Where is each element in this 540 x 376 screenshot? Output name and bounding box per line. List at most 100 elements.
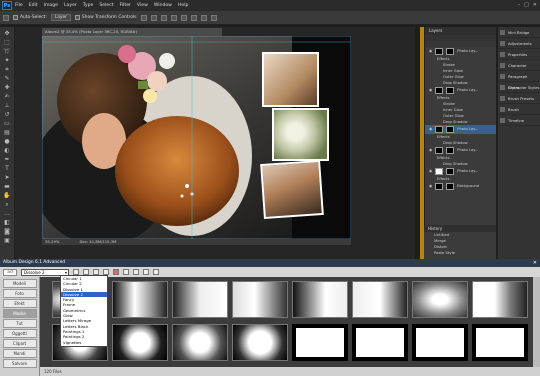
layer-select[interactable]: Layer: [50, 14, 71, 21]
select-icon[interactable]: [123, 269, 129, 275]
mask-thumbnail[interactable]: [232, 324, 288, 361]
lasso-icon[interactable]: ➰: [3, 49, 12, 55]
zoom-level[interactable]: 35.29%: [45, 239, 59, 245]
visibility-icon[interactable]: ◉: [429, 182, 432, 191]
menu-file[interactable]: File: [15, 3, 23, 8]
eraser-icon[interactable]: ▭: [3, 121, 12, 127]
menu-edit[interactable]: Edit: [29, 3, 38, 8]
layer-row[interactable]: ◉ Photo Lay...: [425, 125, 496, 134]
crop-icon[interactable]: ⌗: [3, 67, 12, 73]
minimize-icon[interactable]: –: [518, 2, 521, 8]
panel-brush-presets[interactable]: Brush Presets: [498, 93, 540, 104]
eyedropper-icon[interactable]: ✎: [3, 76, 12, 82]
auto-select-option[interactable]: Auto-Select:: [13, 15, 47, 20]
path-select-icon[interactable]: ➤: [3, 175, 12, 181]
pen-icon[interactable]: ✒: [3, 157, 12, 163]
nav-button-foto[interactable]: Foto: [2, 289, 37, 298]
healing-icon[interactable]: ✚: [3, 85, 12, 91]
zoom-icon[interactable]: ⌕: [3, 202, 12, 208]
nav-button-salvare[interactable]: Salvare: [2, 359, 37, 368]
close-icon[interactable]: ✕: [533, 259, 537, 267]
mask-thumbnail[interactable]: [112, 324, 168, 361]
mask-thumbnail[interactable]: [352, 281, 408, 318]
menu-filter[interactable]: Filter: [120, 3, 131, 8]
layer-row[interactable]: ◉ Photo Lay...: [425, 146, 496, 155]
menu-help[interactable]: Help: [178, 3, 188, 8]
visibility-icon[interactable]: ◉: [429, 47, 432, 56]
gradient-icon[interactable]: ▤: [3, 130, 12, 136]
panel-paragraph-styles[interactable]: Paragraph Styles: [498, 71, 540, 90]
nav-button-oggetti[interactable]: Oggetti: [2, 329, 37, 338]
align-middle-icon[interactable]: [150, 14, 157, 21]
panel-brush[interactable]: Brush: [498, 104, 540, 115]
document-tab[interactable]: Album2 @ 35.4% (Photo Layer 3RC-25, RGB/…: [42, 28, 222, 36]
history-item[interactable]: Paste Style: [424, 250, 496, 256]
grid-scrollbar[interactable]: [533, 277, 540, 367]
nav-button-clipart[interactable]: Clipart: [2, 339, 37, 348]
blur-icon[interactable]: ●: [3, 139, 12, 145]
visibility-icon[interactable]: ◉: [429, 167, 432, 176]
align-top-icon[interactable]: [140, 14, 147, 21]
distribute-h-icon[interactable]: [210, 14, 217, 21]
layer-row[interactable]: ◉ Photo Lay...: [425, 47, 496, 56]
view-icon[interactable]: [153, 269, 159, 275]
layer-row[interactable]: ◉ Background: [425, 182, 496, 191]
mask-thumbnail[interactable]: [352, 324, 408, 361]
maximize-icon[interactable]: □: [524, 2, 529, 8]
panel-adjustments[interactable]: Adjustments: [498, 38, 540, 49]
more-tools-icon[interactable]: …: [3, 211, 12, 217]
dodge-icon[interactable]: ◐: [3, 148, 12, 154]
color-swatch-icon[interactable]: ◧: [3, 220, 12, 226]
menu-layer[interactable]: Layer: [64, 3, 77, 8]
fit-icon[interactable]: [133, 269, 139, 275]
history-tab[interactable]: History: [424, 225, 496, 232]
stamp-icon[interactable]: ⊥: [3, 103, 12, 109]
mask-thumbnail[interactable]: [112, 281, 168, 318]
move-icon[interactable]: ✥: [3, 31, 12, 37]
quick-mask-icon[interactable]: ◙: [3, 229, 12, 235]
brush-icon[interactable]: ✍: [3, 94, 12, 100]
layers-tab[interactable]: Layers: [425, 27, 496, 35]
nav-button-maske[interactable]: Maske: [2, 309, 37, 318]
panel-mini-bridge[interactable]: Mini Bridge: [498, 27, 540, 38]
nav-button-efekt[interactable]: Efekt: [2, 299, 37, 308]
delete-icon[interactable]: [113, 269, 119, 275]
show-transform-checkbox[interactable]: [74, 15, 80, 20]
nav-button-mondi[interactable]: Mondi: [2, 349, 37, 358]
mask-thumbnail[interactable]: [412, 281, 468, 318]
visibility-icon[interactable]: ◉: [429, 86, 432, 95]
align-left-icon[interactable]: [170, 14, 177, 21]
history-brush-icon[interactable]: ↺: [3, 112, 12, 118]
hand-icon[interactable]: ✋: [3, 193, 12, 199]
menu-type[interactable]: Type: [83, 3, 94, 8]
mask-thumbnail[interactable]: [172, 281, 228, 318]
mask-thumbnail[interactable]: [232, 281, 288, 318]
type-icon[interactable]: T: [3, 166, 12, 172]
inset-photo-2[interactable]: [272, 108, 329, 161]
grid-icon[interactable]: [143, 269, 149, 275]
wand-icon[interactable]: ✦: [3, 58, 12, 64]
align-right-icon[interactable]: [190, 14, 197, 21]
mask-thumbnail[interactable]: [472, 324, 528, 361]
nav-button-txt[interactable]: Txt: [2, 319, 37, 328]
show-transform-option[interactable]: Show Transform Controls: [74, 15, 137, 20]
auto-select-checkbox[interactable]: [13, 15, 18, 20]
mask-thumbnail[interactable]: [292, 324, 348, 361]
dropdown-option[interactable]: Vignettes: [61, 340, 107, 345]
menu-select[interactable]: Select: [99, 3, 113, 8]
distribute-icon[interactable]: [200, 14, 207, 21]
panel-character[interactable]: Character: [498, 60, 540, 71]
menu-image[interactable]: Image: [44, 3, 58, 8]
screen-mode-icon[interactable]: ▣: [3, 238, 12, 244]
move-tool-icon[interactable]: [3, 14, 9, 21]
document-canvas[interactable]: [42, 36, 351, 239]
panel-timeline[interactable]: Timeline: [498, 115, 540, 126]
panel-properties[interactable]: Properties: [498, 49, 540, 60]
visibility-icon[interactable]: ◉: [429, 125, 432, 134]
align-bottom-icon[interactable]: [160, 14, 167, 21]
inset-photo-3[interactable]: [260, 159, 324, 220]
close-icon[interactable]: ✕: [533, 2, 537, 8]
menu-view[interactable]: View: [137, 3, 148, 8]
inset-photo-1[interactable]: [262, 52, 319, 107]
panel-character-styles[interactable]: Character Styles: [498, 82, 540, 93]
